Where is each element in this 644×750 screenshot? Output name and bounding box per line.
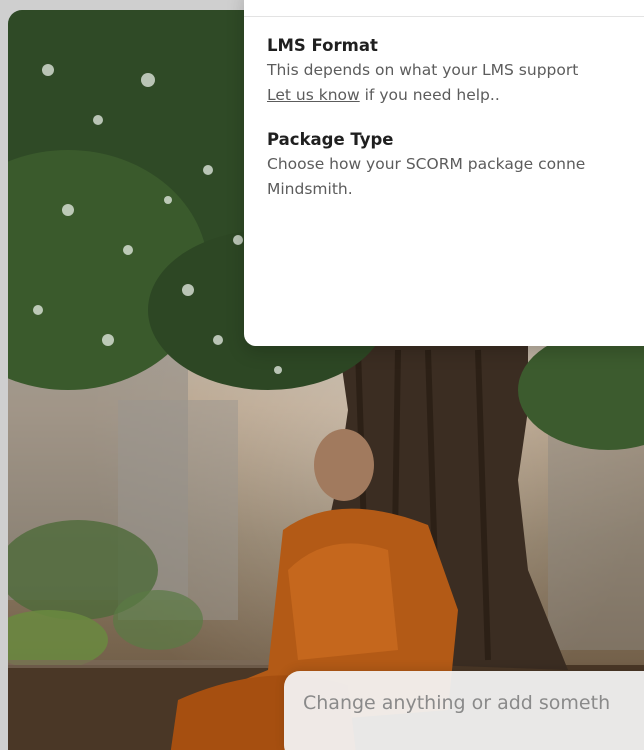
let-us-know-link[interactable]: Let us know <box>267 86 360 104</box>
lms-format-description: This depends on what your LMS support Le… <box>267 58 644 108</box>
lms-format-section: LMS Format This depends on what your LMS… <box>267 34 644 108</box>
help-popover: LMS Format This depends on what your LMS… <box>244 0 644 346</box>
app-window: LMS Format This depends on what your LMS… <box>0 0 644 750</box>
lms-format-line1: This depends on what your LMS support <box>267 61 579 79</box>
lms-format-line2: if you need help.. <box>359 86 500 104</box>
package-type-line2: Mindsmith. <box>267 180 353 198</box>
prompt-bar <box>284 671 644 750</box>
lms-format-title: LMS Format <box>267 36 378 55</box>
popover-divider <box>244 16 644 17</box>
package-type-section: Package Type Choose how your SCORM packa… <box>267 128 644 202</box>
package-type-title: Package Type <box>267 130 394 149</box>
package-type-description: Choose how your SCORM package conne Mind… <box>267 152 644 202</box>
popover-body: LMS Format This depends on what your LMS… <box>267 34 644 222</box>
prompt-input[interactable] <box>284 671 644 750</box>
package-type-line1: Choose how your SCORM package conne <box>267 155 586 173</box>
